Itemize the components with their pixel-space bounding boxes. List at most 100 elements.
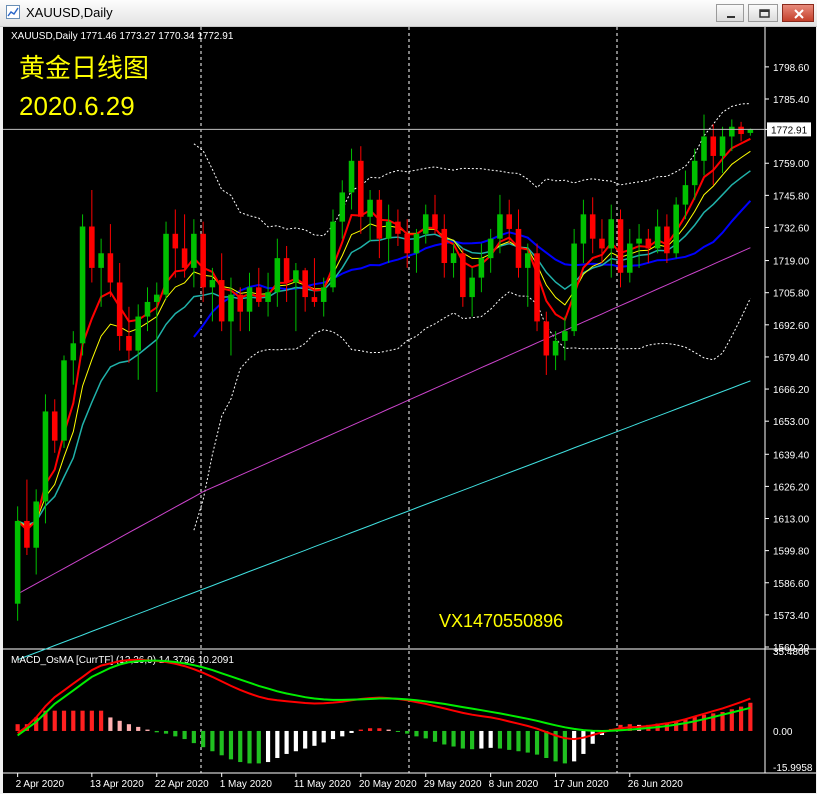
candle-body [181, 248, 188, 268]
candle-body [107, 253, 114, 283]
price-tick-label: 1785.40 [773, 95, 810, 106]
macd-histogram-bar [479, 730, 484, 749]
macd-histogram-bar [219, 730, 224, 756]
price-tick-label: 1705.80 [773, 289, 810, 300]
title-bar[interactable]: XAUUSD,Daily [0, 0, 817, 27]
candle-body [515, 228, 522, 268]
candle-body [404, 233, 410, 254]
price-tick-label: 1732.60 [773, 223, 810, 234]
candle-body [599, 238, 605, 249]
macd-histogram-bar [414, 730, 419, 737]
candle-body [710, 136, 717, 156]
annotation-title: 黄金日线图 [19, 54, 149, 84]
time-tick-label: 17 Jun 2020 [554, 779, 609, 790]
macd-histogram-bar [182, 730, 187, 740]
candle-body [228, 294, 234, 322]
macd-histogram-bar [534, 730, 540, 755]
macd-histogram-bar [562, 730, 567, 764]
macd-histogram-bar [674, 721, 679, 731]
candle-body [395, 221, 401, 234]
candle-body [358, 160, 364, 217]
price-tick-label: 1759.00 [773, 159, 810, 170]
macd-histogram-bar [340, 730, 345, 737]
macd-histogram-bar [303, 730, 308, 749]
candle-body [413, 233, 420, 254]
macd-histogram-bar [432, 730, 438, 742]
candle-body [311, 297, 318, 302]
macd-histogram-bar [497, 730, 503, 749]
candle-body [61, 360, 67, 441]
macd-histogram-bar [312, 730, 317, 746]
macd-histogram-bar [442, 730, 447, 745]
macd-histogram-bar [163, 730, 169, 734]
macd-histogram-bar [683, 719, 688, 731]
symbol-info: XAUUSD,Daily 1771.46 1773.27 1770.34 177… [11, 31, 234, 42]
macd-histogram-bar [52, 710, 57, 731]
macd-histogram-bar [349, 730, 354, 733]
restore-button[interactable] [748, 4, 778, 22]
macd-histogram-bar [108, 717, 113, 731]
candle-body [524, 253, 531, 268]
macd-histogram-bar [154, 730, 159, 733]
candle-body [562, 331, 568, 341]
macd-histogram-bar [544, 730, 549, 758]
macd-histogram-bar [321, 730, 326, 743]
macd-histogram-bar [201, 730, 206, 748]
price-tick-label: 1679.40 [773, 353, 810, 364]
minimize-button[interactable] [716, 4, 744, 22]
candle-body [376, 199, 383, 239]
candle-body [79, 226, 86, 344]
candle-body [543, 321, 550, 356]
macd-histogram-bar [368, 728, 373, 731]
candle-body [209, 280, 216, 288]
candle-body [330, 221, 336, 288]
candle-body [747, 129, 754, 133]
candle-body [246, 287, 253, 312]
candle-body [673, 204, 679, 254]
macd-histogram-bar [377, 728, 382, 731]
candle-body [135, 316, 141, 351]
candle-body [729, 126, 735, 137]
candle-body [608, 219, 615, 249]
candle-body [691, 160, 698, 186]
candle-body [237, 294, 244, 312]
chart-area[interactable]: 1798.60 1785.40 1772.91 1759.00 1745.80 1732.… [3, 27, 816, 793]
macd-histogram-bar [451, 730, 456, 747]
candle-body [293, 270, 299, 283]
close-button[interactable] [782, 4, 814, 22]
macd-histogram-bar [423, 730, 428, 739]
ma-long-cyan [17, 380, 751, 661]
macd-histogram-bar [265, 730, 271, 763]
candle-body [348, 160, 355, 193]
candle-body [51, 411, 58, 441]
candle-body [89, 226, 95, 268]
candle-body [302, 270, 308, 298]
candle-body [144, 301, 151, 317]
macd-histogram-bar [507, 730, 512, 750]
macd-histogram-bar [61, 710, 67, 731]
macd-histogram-bar [173, 730, 178, 737]
candle-body [469, 277, 475, 298]
macd-histogram-bar [210, 730, 215, 752]
candle-body [636, 238, 642, 244]
macd-histogram-bar [470, 730, 475, 750]
chart-window-icon [6, 5, 20, 19]
macd-histogram-bar [590, 730, 595, 744]
macd-histogram-bar [80, 710, 85, 731]
macd-histogram-bar [692, 716, 697, 731]
candle-body [589, 214, 596, 239]
macd-histogram-bar [293, 730, 298, 752]
macd-histogram-bar [488, 730, 493, 748]
price-tick-label: 1692.60 [773, 321, 810, 332]
close-icon [794, 9, 804, 19]
price-tick-label: 1745.80 [773, 191, 810, 202]
candle-body [191, 233, 197, 268]
candle-body [172, 233, 179, 249]
time-tick-label: 2 Apr 2020 [16, 779, 65, 790]
candle-body [645, 238, 652, 249]
candle-body [617, 219, 624, 273]
macd-histogram-bar [460, 730, 465, 749]
chart-canvas[interactable]: 1798.60 1785.40 1772.91 1759.00 1745.80 1732.… [3, 27, 816, 793]
candle-body [385, 221, 392, 239]
macd-histogram-bar [126, 724, 132, 731]
